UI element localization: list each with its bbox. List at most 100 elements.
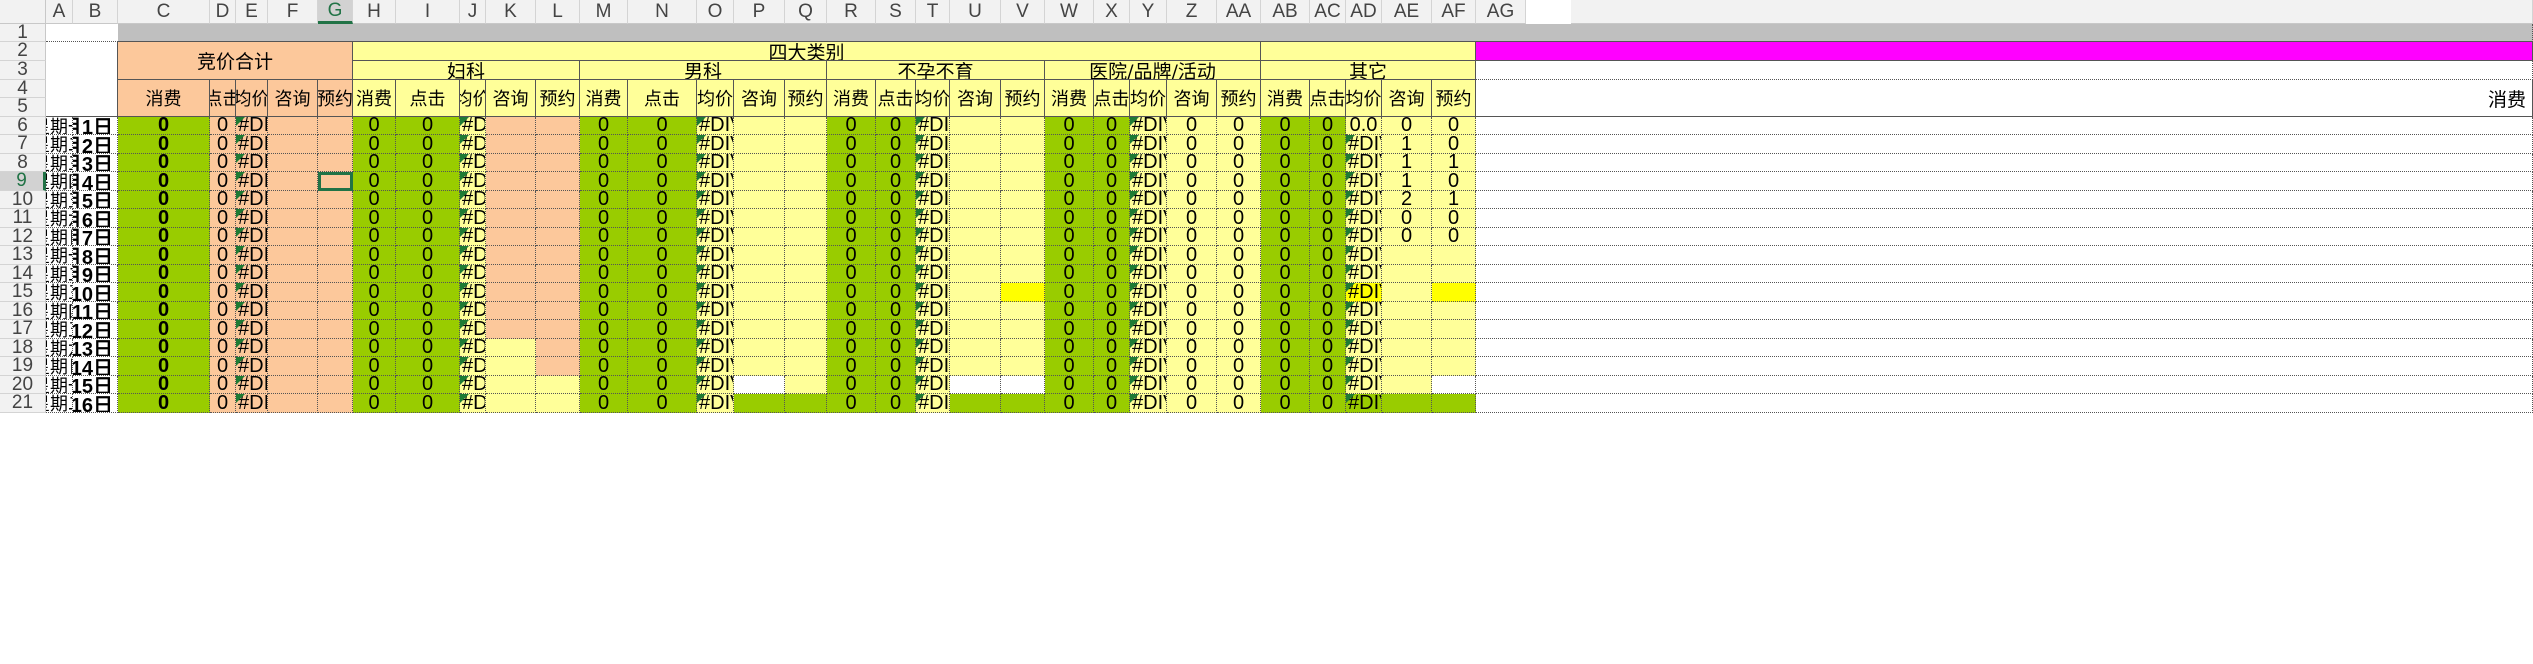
gynecology-spend-cell[interactable]: 0 (353, 154, 396, 172)
total-clicks-cell[interactable]: 0 (210, 394, 236, 413)
andrology-consult-cell[interactable] (734, 320, 785, 339)
row-header-9[interactable]: 9 (0, 172, 46, 191)
gynecology-booking-cell[interactable] (536, 209, 580, 228)
total-spend-cell[interactable]: 0 (118, 246, 210, 265)
infertility-avg-price-cell[interactable]: #DIV/0! (916, 154, 950, 172)
andrology-clicks-cell[interactable]: 0 (628, 228, 697, 246)
hospital-consult-cell[interactable]: 0 (1167, 302, 1217, 320)
other-booking-cell[interactable] (1432, 283, 1476, 302)
other-spend-cell[interactable]: 0 (1261, 283, 1310, 302)
infertility-avg-price-cell[interactable]: #DIV/0! (916, 228, 950, 246)
weekday-cell[interactable]: 星期六 (46, 209, 73, 228)
infertility-clicks-cell[interactable]: 0 (876, 339, 916, 357)
gynecology-spend-cell[interactable]: 0 (353, 135, 396, 154)
infertility-clicks-cell[interactable]: 0 (876, 191, 916, 209)
infertility-clicks-cell[interactable]: 0 (876, 154, 916, 172)
andrology-consult-cell[interactable] (734, 154, 785, 172)
column-header-x[interactable]: X (1094, 0, 1130, 24)
gynecology-clicks-cell[interactable]: 0 (396, 191, 460, 209)
column-header-z[interactable]: Z (1167, 0, 1217, 24)
hospital-clicks-cell[interactable]: 0 (1094, 228, 1130, 246)
other-consult-cell[interactable] (1382, 283, 1432, 302)
column-header-d[interactable]: D (210, 0, 236, 24)
other-consult-cell[interactable] (1382, 246, 1432, 265)
date-cell[interactable]: 10月2日 (73, 135, 118, 154)
other-clicks-cell[interactable]: 0 (1310, 191, 1346, 209)
other-booking-cell[interactable]: 0 (1432, 209, 1476, 228)
andrology-booking-cell[interactable] (785, 265, 827, 283)
gynecology-booking-cell[interactable] (536, 228, 580, 246)
date-cell[interactable]: 10月9日 (73, 265, 118, 283)
andrology-avg-price-cell[interactable]: #DIV/0! (697, 376, 734, 394)
other-clicks-cell[interactable]: 0 (1310, 172, 1346, 191)
gynecology-avg-price-cell[interactable]: #DIV/0! (460, 283, 486, 302)
ag-cell[interactable] (1476, 246, 2533, 265)
row-header-13[interactable]: 13 (0, 246, 46, 265)
hospital-booking-cell[interactable]: 0 (1217, 246, 1261, 265)
infertility-spend-cell[interactable]: 0 (827, 357, 876, 376)
total-booking-cell[interactable] (318, 209, 353, 228)
infertility-avg-price-cell[interactable]: #DIV/0! (916, 357, 950, 376)
hospital-clicks-cell[interactable]: 0 (1094, 191, 1130, 209)
date-cell[interactable]: 10月8日 (73, 246, 118, 265)
gynecology-clicks-cell[interactable]: 0 (396, 376, 460, 394)
gynecology-spend-cell[interactable]: 0 (353, 209, 396, 228)
infertility-spend-cell[interactable]: 0 (827, 246, 876, 265)
infertility-consult-cell[interactable] (950, 394, 1001, 413)
infertility-spend-cell[interactable]: 0 (827, 339, 876, 357)
hospital-spend-cell[interactable]: 0 (1045, 320, 1094, 339)
total-consult-cell[interactable] (268, 339, 318, 357)
infertility-booking-cell[interactable] (1001, 283, 1045, 302)
andrology-spend-cell[interactable]: 0 (580, 246, 628, 265)
andrology-avg-price-cell[interactable]: #DIV/0! (697, 172, 734, 191)
column-header-b[interactable]: B (73, 0, 118, 24)
column-header-ag[interactable]: AG (1476, 0, 1526, 24)
column-header-j[interactable]: J (460, 0, 486, 24)
other-spend-cell[interactable]: 0 (1261, 154, 1310, 172)
hospital-booking-cell[interactable]: 0 (1217, 265, 1261, 283)
andrology-consult-cell[interactable] (734, 339, 785, 357)
gynecology-spend-cell[interactable]: 0 (353, 302, 396, 320)
row-header-18[interactable]: 18 (0, 339, 46, 357)
infertility-booking-cell[interactable] (1001, 265, 1045, 283)
other-spend-cell[interactable]: 0 (1261, 302, 1310, 320)
total-avg-price-cell[interactable]: #DIV/0! (236, 357, 268, 376)
cell-a1-b1[interactable] (46, 24, 118, 42)
gynecology-booking-cell[interactable] (536, 246, 580, 265)
infertility-avg-price-cell[interactable]: #DIV/0! (916, 394, 950, 413)
other-spend-cell[interactable]: 0 (1261, 265, 1310, 283)
hospital-clicks-cell[interactable]: 0 (1094, 339, 1130, 357)
andrology-clicks-cell[interactable]: 0 (628, 357, 697, 376)
andrology-booking-cell[interactable] (785, 283, 827, 302)
gynecology-spend-cell[interactable]: 0 (353, 117, 396, 135)
andrology-consult-cell[interactable] (734, 209, 785, 228)
total-clicks-cell[interactable]: 0 (210, 135, 236, 154)
gynecology-clicks-cell[interactable]: 0 (396, 228, 460, 246)
date-cell[interactable]: 10月5日 (73, 191, 118, 209)
andrology-spend-cell[interactable]: 0 (580, 135, 628, 154)
hospital-booking-cell[interactable]: 0 (1217, 117, 1261, 135)
total-avg-price-cell[interactable]: #DIV/0! (236, 172, 268, 191)
other-avg-price-cell[interactable]: #DIV/0! (1346, 172, 1382, 191)
andrology-consult-cell[interactable] (734, 394, 785, 413)
column-header-u[interactable]: U (950, 0, 1001, 24)
total-booking-cell[interactable] (318, 154, 353, 172)
hospital-consult-cell[interactable]: 0 (1167, 172, 1217, 191)
hospital-spend-cell[interactable]: 0 (1045, 172, 1094, 191)
gynecology-avg-price-cell[interactable]: #DIV/0! (460, 376, 486, 394)
infertility-clicks-cell[interactable]: 0 (876, 135, 916, 154)
hospital-spend-cell[interactable]: 0 (1045, 117, 1094, 135)
row-header-1[interactable]: 1 (0, 24, 46, 42)
hospital-consult-cell[interactable]: 0 (1167, 246, 1217, 265)
hospital-clicks-cell[interactable]: 0 (1094, 154, 1130, 172)
andrology-spend-cell[interactable]: 0 (580, 154, 628, 172)
weekday-cell[interactable]: 星期一 (46, 117, 73, 135)
andrology-spend-cell[interactable]: 0 (580, 265, 628, 283)
hospital-clicks-cell[interactable]: 0 (1094, 135, 1130, 154)
weekday-cell[interactable]: 星期五 (46, 191, 73, 209)
gynecology-consult-cell[interactable] (486, 283, 536, 302)
weekday-cell[interactable]: 星期五 (46, 320, 73, 339)
other-booking-cell[interactable] (1432, 265, 1476, 283)
total-clicks-cell[interactable]: 0 (210, 246, 236, 265)
column-header-n[interactable]: N (628, 0, 697, 24)
